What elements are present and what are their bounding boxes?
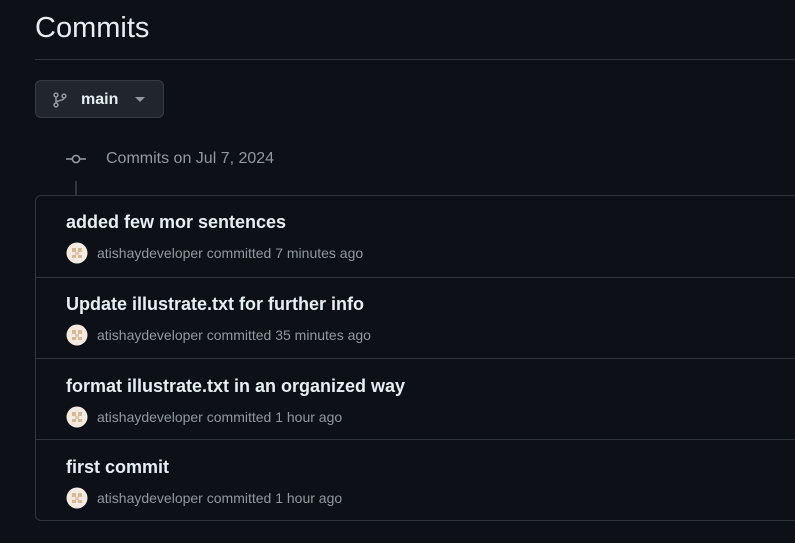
commit-author-link[interactable]: atishaydeveloper	[97, 327, 203, 343]
commit-time: 7 minutes ago	[275, 245, 364, 261]
commits-page: Commits main Commits on Jul 7, 2024 adde…	[0, 0, 795, 543]
avatar[interactable]	[66, 324, 88, 346]
commit-title-link[interactable]: format illustrate.txt in an organized wa…	[66, 375, 405, 397]
commit-author-link[interactable]: atishaydeveloper	[97, 245, 203, 261]
page-title: Commits	[35, 12, 150, 44]
avatar[interactable]	[66, 487, 88, 509]
commit-title-link[interactable]: added few mor sentences	[66, 211, 286, 233]
commit-title-link[interactable]: Update illustrate.txt for further info	[66, 293, 364, 315]
commit-verb: committed	[206, 409, 272, 425]
commit-group-heading: Commits on Jul 7, 2024	[106, 150, 275, 167]
commit-row[interactable]: added few mor sentences atishaydeveloper…	[36, 196, 795, 277]
commit-time: 1 hour ago	[275, 409, 343, 425]
commit-time: 35 minutes ago	[275, 327, 371, 343]
commit-verb: committed	[206, 490, 272, 506]
timeline-connector	[75, 181, 77, 196]
commit-list: added few mor sentences atishaydeveloper…	[35, 195, 795, 521]
avatar[interactable]	[66, 406, 88, 428]
commit-row[interactable]: format illustrate.txt in an organized wa…	[36, 358, 795, 439]
git-branch-icon	[53, 92, 67, 108]
commit-time: 1 hour ago	[275, 490, 343, 506]
commit-meta: atishaydeveloper committed 35 minutes ag…	[97, 326, 371, 344]
commit-row[interactable]: Update illustrate.txt for further info a…	[36, 277, 795, 358]
avatar[interactable]	[66, 242, 88, 264]
commit-author-link[interactable]: atishaydeveloper	[97, 409, 203, 425]
commit-title-link[interactable]: first commit	[66, 456, 169, 478]
commit-row[interactable]: first commit atishaydeveloper committed …	[36, 439, 795, 520]
git-commit-icon	[66, 154, 86, 164]
branch-selector-button[interactable]: main	[35, 80, 164, 118]
commit-verb: committed	[206, 327, 272, 343]
commit-meta: atishaydeveloper committed 1 hour ago	[97, 489, 342, 507]
commit-verb: committed	[206, 245, 272, 261]
commit-author-link[interactable]: atishaydeveloper	[97, 490, 203, 506]
title-divider	[35, 59, 795, 60]
branch-name: main	[81, 91, 119, 108]
commit-meta: atishaydeveloper committed 1 hour ago	[97, 408, 342, 426]
chevron-down-icon	[135, 97, 145, 102]
commit-meta: atishaydeveloper committed 7 minutes ago	[97, 244, 363, 262]
